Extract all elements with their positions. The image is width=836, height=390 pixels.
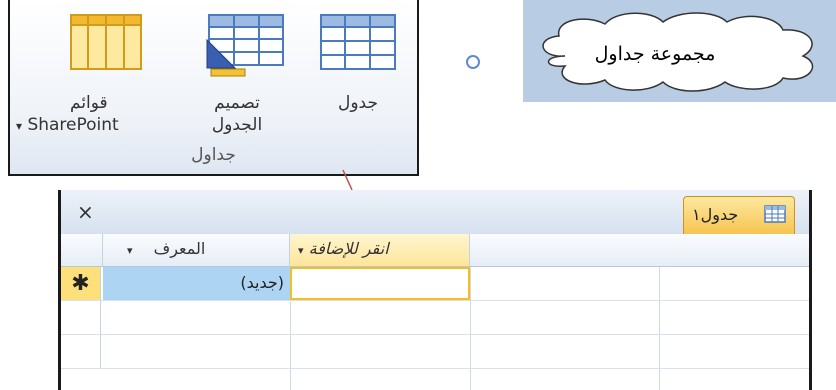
callout-text: مجموعة جداول xyxy=(594,43,716,65)
close-icon[interactable]: × xyxy=(77,202,94,222)
id-header-wrap: ▾ المعرف xyxy=(127,239,205,258)
sharepoint-label-line1: قوائم xyxy=(70,93,108,113)
table-button-label: جدول xyxy=(338,93,378,113)
table-icon xyxy=(764,205,786,223)
column-header-add[interactable]: ▾ انقر للإضافة xyxy=(290,234,470,266)
document-tab-bar: × جدول١ xyxy=(61,190,809,235)
ribbon-tables-group: جدول تصميم الجدول قوائم ▾ SharePoint جدا… xyxy=(8,0,419,176)
id-cell-value: (جديد) xyxy=(240,273,284,292)
table-design-button[interactable]: تصميم الجدول xyxy=(182,14,292,136)
add-column-cell[interactable] xyxy=(290,267,470,300)
id-cell[interactable]: (جديد) xyxy=(103,267,290,300)
tab-title: جدول١ xyxy=(692,205,739,224)
table-design-label-line1: تصميم xyxy=(214,93,260,113)
row-selector[interactable] xyxy=(61,301,101,334)
datasheet-window: × جدول١ ▾ المعرف ▾ انقر للإضافة ✱ (جديد) xyxy=(58,190,812,390)
id-header-label: المعرف xyxy=(153,239,206,258)
table-button[interactable]: جدول xyxy=(310,14,406,114)
new-record-row[interactable]: ✱ (جديد) xyxy=(61,267,809,301)
chevron-down-icon[interactable]: ▾ xyxy=(298,244,304,257)
table-design-icon xyxy=(206,14,284,77)
sharepoint-lists-button[interactable]: قوائم ▾ SharePoint xyxy=(16,14,166,137)
empty-row xyxy=(61,301,809,335)
chevron-down-icon: ▾ xyxy=(16,119,23,133)
select-all-corner[interactable] xyxy=(61,234,103,266)
bullet-circle xyxy=(466,55,480,69)
tab-table1[interactable]: جدول١ xyxy=(683,196,795,235)
chevron-down-icon[interactable]: ▾ xyxy=(127,244,133,257)
empty-row xyxy=(61,335,809,369)
table-icon xyxy=(320,14,396,70)
new-record-selector[interactable]: ✱ xyxy=(61,267,101,300)
sharepoint-label-line2-wrap: ▾ SharePoint xyxy=(16,114,166,137)
column-header-id[interactable]: ▾ المعرف xyxy=(103,234,290,266)
add-header-wrap: ▾ انقر للإضافة xyxy=(298,239,389,258)
row-selector[interactable] xyxy=(61,335,101,368)
table-design-label-line2: الجدول xyxy=(211,115,263,135)
group-label: جداول xyxy=(191,145,236,165)
column-header-row: ▾ المعرف ▾ انقر للإضافة xyxy=(61,234,809,267)
sharepoint-list-icon xyxy=(70,14,142,70)
add-header-label: انقر للإضافة xyxy=(308,239,389,258)
sharepoint-label-line2: SharePoint xyxy=(27,115,119,135)
